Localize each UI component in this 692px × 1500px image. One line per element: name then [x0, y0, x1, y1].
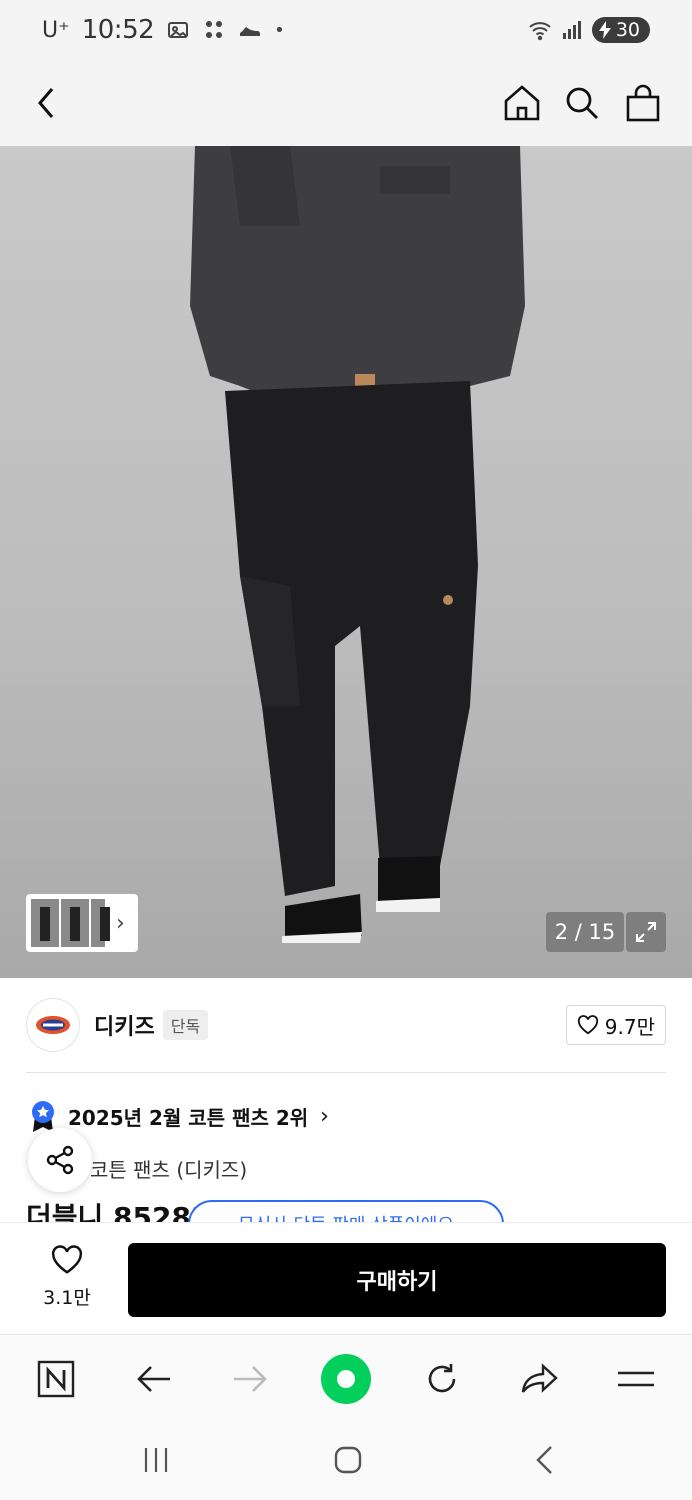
chevron-right-icon: › [116, 910, 125, 936]
exclusive-promo-text: 무신사 단독 판매 상품이에요 [188, 1200, 504, 1222]
gallery-notification-icon [168, 22, 189, 38]
back-button[interactable] [22, 78, 72, 128]
category-breadcrumb[interactable]: 코튼 팬츠 (디키즈) [90, 1154, 247, 1183]
green-dot-button[interactable] [320, 1353, 372, 1405]
naver-home-button[interactable] [30, 1353, 82, 1405]
exclusive-promo-pill: 무신사 단독 판매 상품이에요 [188, 1200, 504, 1222]
chevron-left-icon [536, 1446, 552, 1474]
green-dot-icon [321, 1354, 371, 1404]
ranking-text: 2025년 2월 코튼 팬츠 2위 [68, 1105, 309, 1130]
purchase-bar: 3.1만 구매하기 [0, 1222, 692, 1334]
expand-icon [636, 922, 656, 942]
shoe-notification-icon [240, 27, 261, 36]
browser-back-button[interactable] [128, 1353, 180, 1405]
chevron-left-icon [38, 88, 54, 118]
battery-indicator: 30 [591, 17, 650, 43]
wishlist-button[interactable]: 3.1만 [36, 1245, 98, 1310]
shopping-bag-icon [626, 84, 660, 122]
ranking-link[interactable]: 2025년 2월 코튼 팬츠 2위 › [30, 1100, 329, 1132]
arrow-right-icon [234, 1366, 267, 1392]
cart-button[interactable] [618, 78, 668, 128]
buy-button[interactable]: 구매하기 [128, 1243, 666, 1317]
app-header [0, 60, 692, 146]
fullscreen-button[interactable] [626, 912, 666, 952]
battery-level: 30 [615, 19, 640, 41]
recent-apps-button[interactable] [126, 1440, 186, 1480]
refresh-icon [428, 1364, 456, 1393]
status-bar: U⁺ 10:52 • 30 [0, 0, 692, 60]
thumbnail[interactable] [90, 898, 110, 948]
image-counter: 2 / 15 [546, 912, 624, 952]
heart-icon [577, 1015, 598, 1035]
share-button[interactable] [28, 1128, 92, 1192]
forward-share-icon [521, 1363, 558, 1393]
more-notifications-dot: • [274, 19, 285, 41]
app-notification-icon [206, 21, 223, 38]
chevron-right-icon: › [320, 1103, 329, 1129]
thumbnail-strip[interactable]: › [26, 894, 138, 952]
heart-icon [51, 1245, 83, 1274]
divider [26, 1072, 666, 1073]
exclusive-badge: 단독 [162, 1010, 209, 1040]
thumbnail[interactable] [30, 898, 60, 948]
ranking-badge-icon [32, 1101, 54, 1132]
share-page-button[interactable] [514, 1353, 566, 1405]
browser-forward-button[interactable] [224, 1353, 276, 1405]
product-image[interactable]: › 2 / 15 [0, 146, 692, 978]
thumbnail[interactable] [60, 898, 90, 948]
recent-apps-icon [144, 1448, 168, 1472]
dickies-logo-icon [36, 1016, 70, 1034]
browser-toolbar [0, 1334, 692, 1422]
menu-button[interactable] [610, 1353, 662, 1405]
home-system-button[interactable] [318, 1440, 378, 1480]
search-icon [566, 87, 598, 119]
home-circle-icon [334, 1446, 362, 1474]
system-back-button[interactable] [514, 1440, 574, 1480]
brand-logo[interactable] [26, 998, 80, 1052]
brand-like-count: 9.7만 [604, 1014, 655, 1039]
hamburger-icon [618, 1371, 654, 1387]
search-button[interactable] [557, 78, 607, 128]
wifi-icon [529, 22, 551, 41]
home-icon [504, 85, 540, 121]
arrow-left-icon [137, 1366, 170, 1392]
carrier-label: U⁺ [42, 17, 70, 43]
refresh-button[interactable] [416, 1353, 468, 1405]
brand-name[interactable]: 디키즈 [94, 1009, 155, 1041]
signal-icon [562, 21, 581, 39]
home-button[interactable] [497, 78, 547, 128]
naver-n-icon [37, 1360, 75, 1398]
brand-like-button[interactable]: 9.7만 [565, 1005, 666, 1045]
brand-row: 디키즈 단독 9.7만 [26, 996, 666, 1054]
share-icon [46, 1145, 74, 1175]
system-navigation-bar [0, 1422, 692, 1500]
wishlist-count: 3.1만 [43, 1287, 91, 1309]
product-photo-illustration [190, 146, 525, 943]
charging-icon [598, 21, 611, 39]
clock: 10:52 [81, 15, 155, 45]
